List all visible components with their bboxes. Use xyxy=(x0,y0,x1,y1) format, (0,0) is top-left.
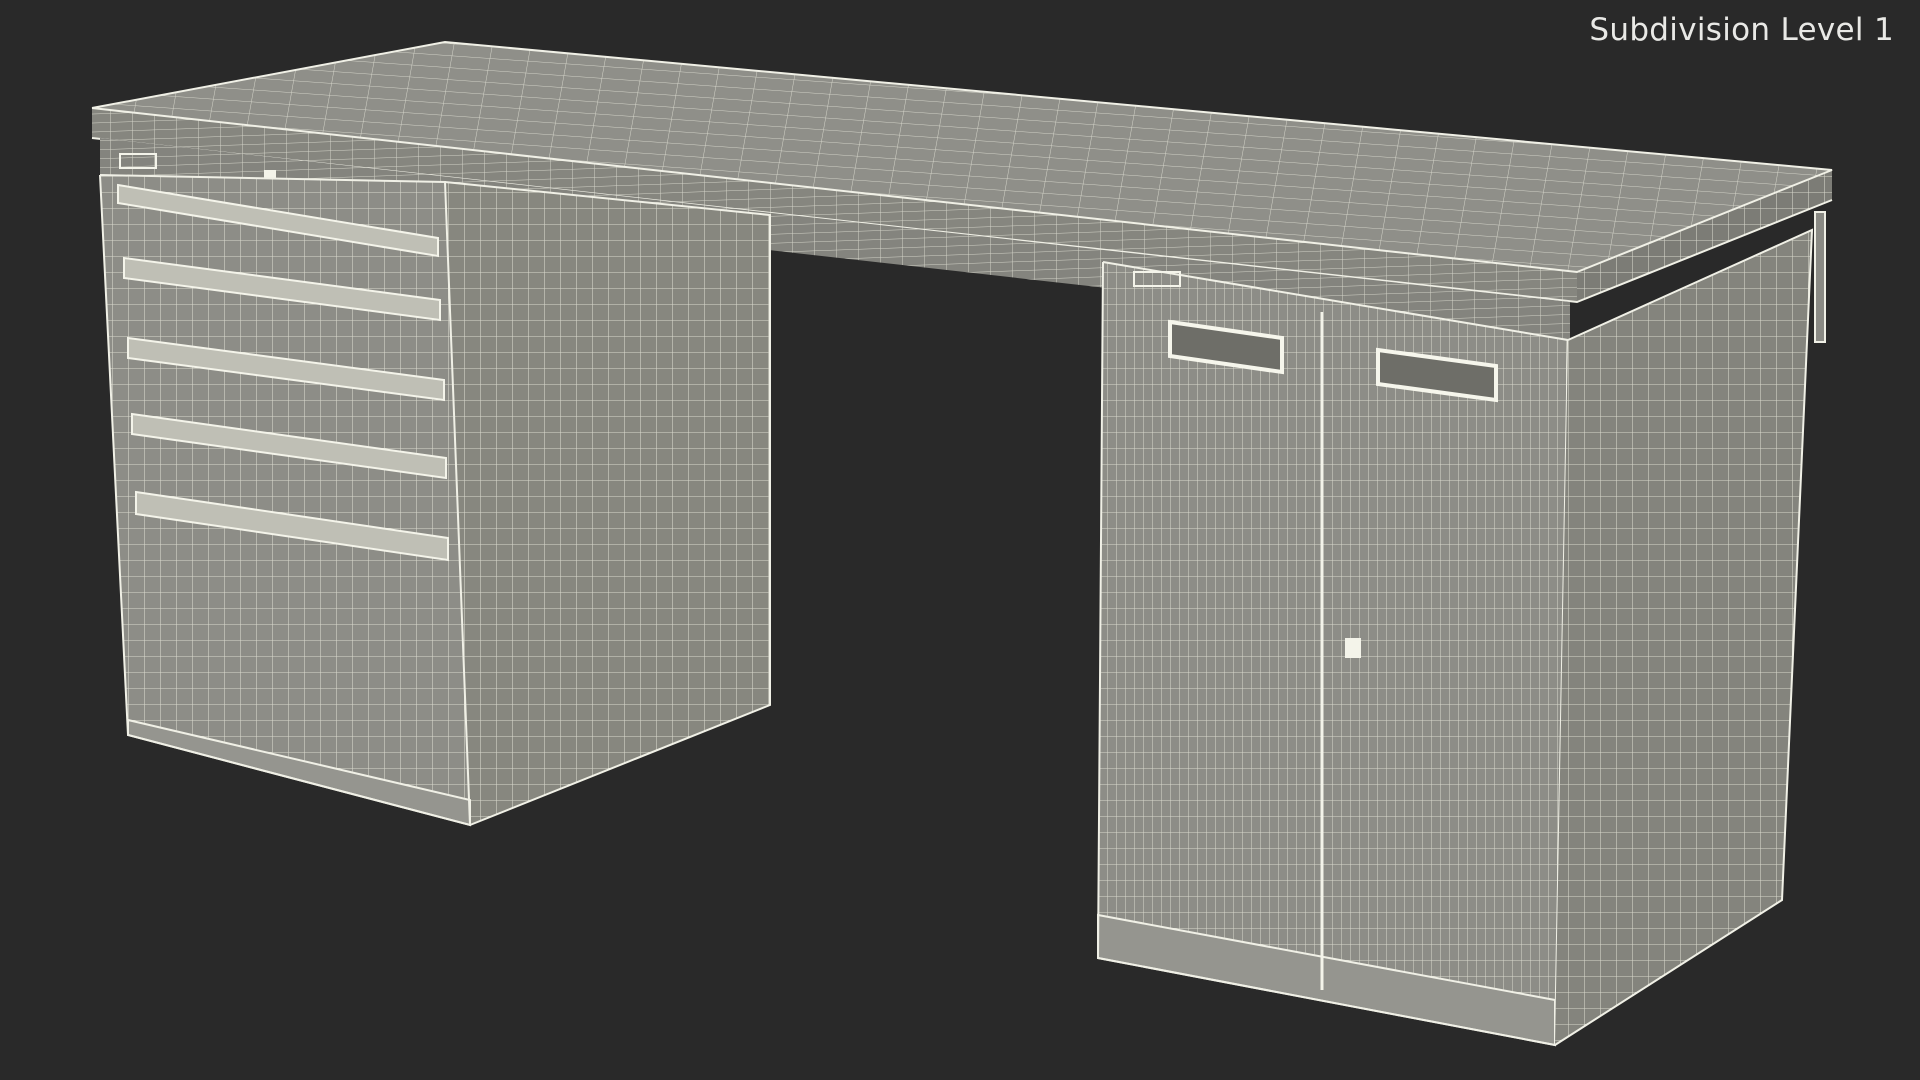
subdivision-level-label: Subdivision Level 1 xyxy=(1589,12,1894,48)
left-pedestal-side xyxy=(444,181,771,826)
right-cabinet-side xyxy=(1554,211,1826,1046)
3d-viewport[interactable] xyxy=(0,0,1920,1080)
side-hook xyxy=(1814,211,1826,343)
lock-icon xyxy=(1345,638,1361,658)
